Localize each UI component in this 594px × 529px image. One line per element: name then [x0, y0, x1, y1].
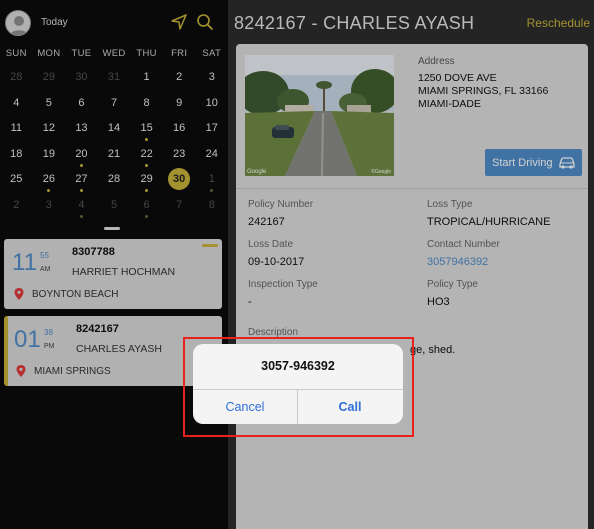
call-button[interactable]: Call	[298, 390, 402, 424]
cancel-button[interactable]: Cancel	[193, 390, 297, 424]
modal-backdrop	[0, 0, 594, 529]
dialog-phone-number: 3057-946392	[261, 359, 335, 373]
call-confirmation-dialog: 3057-946392 Cancel Call	[193, 344, 403, 424]
